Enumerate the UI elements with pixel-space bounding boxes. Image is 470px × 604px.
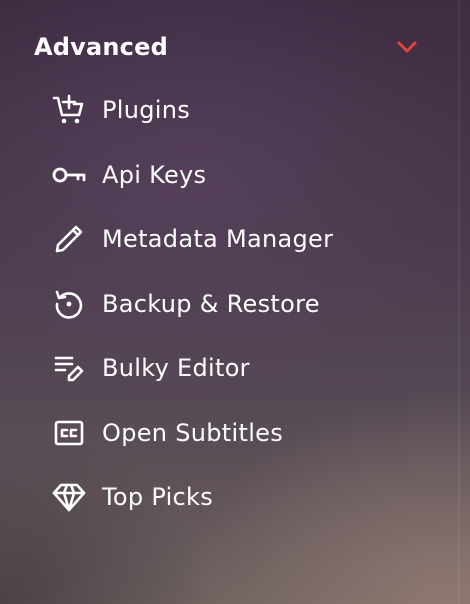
menu-item-plugins[interactable]: Plugins bbox=[50, 78, 333, 143]
menu-item-bulky-editor[interactable]: Bulky Editor bbox=[50, 336, 333, 401]
advanced-menu-list: Plugins Api Keys Metadata Manager Backup… bbox=[50, 78, 333, 530]
menu-item-top-picks[interactable]: Top Picks bbox=[50, 465, 333, 530]
menu-item-label: Metadata Manager bbox=[102, 225, 334, 254]
menu-item-label: Open Subtitles bbox=[102, 418, 284, 447]
section-title: Advanced bbox=[34, 33, 168, 61]
diamond-icon bbox=[50, 478, 88, 516]
menu-item-label: Backup & Restore bbox=[102, 289, 320, 318]
menu-item-backup-restore[interactable]: Backup & Restore bbox=[50, 272, 333, 337]
menu-item-label: Top Picks bbox=[102, 483, 214, 512]
panel-divider bbox=[458, 0, 460, 604]
list-edit-icon bbox=[50, 349, 88, 387]
menu-item-api-keys[interactable]: Api Keys bbox=[50, 143, 333, 208]
key-icon bbox=[50, 156, 88, 194]
menu-item-label: Api Keys bbox=[102, 160, 207, 189]
advanced-section-header[interactable]: Advanced bbox=[34, 28, 419, 66]
cart-plus-icon bbox=[50, 91, 88, 129]
restore-icon bbox=[50, 285, 88, 323]
menu-item-metadata-manager[interactable]: Metadata Manager bbox=[50, 207, 333, 272]
pencil-icon bbox=[50, 220, 88, 258]
menu-item-label: Bulky Editor bbox=[102, 354, 250, 383]
menu-item-label: Plugins bbox=[102, 96, 191, 125]
menu-item-open-subtitles[interactable]: Open Subtitles bbox=[50, 401, 333, 466]
closed-captions-icon bbox=[50, 414, 88, 452]
chevron-down-icon[interactable] bbox=[395, 35, 419, 59]
